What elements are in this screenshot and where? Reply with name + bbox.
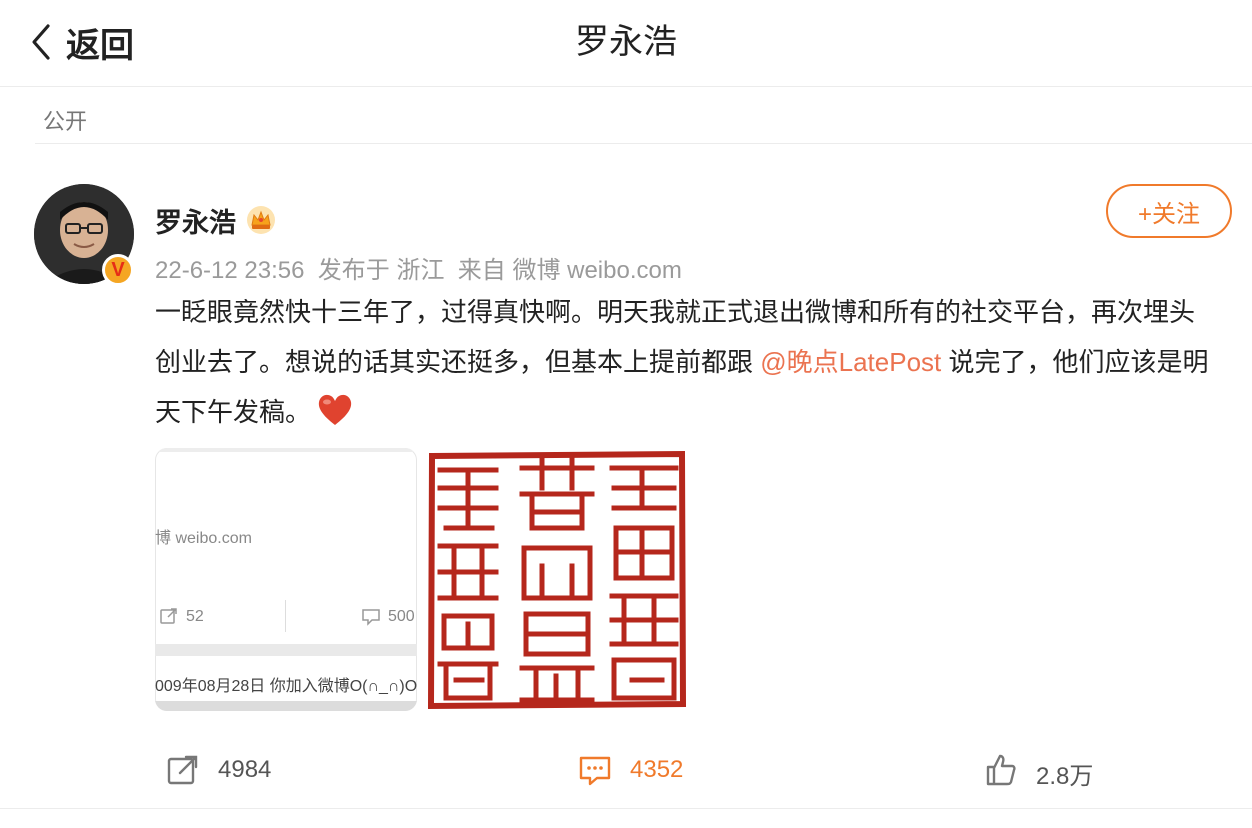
like-button[interactable]: 2.8万	[984, 740, 1093, 800]
thumbs-up-icon	[986, 754, 1016, 786]
post-image-seal[interactable]	[426, 448, 688, 711]
top-nav-bar: 返回 罗永浩	[0, 0, 1252, 87]
post-body: 一眨眼竟然快十三年了，过得真快啊。明天我就正式退出微博和所有的社交平台，再次埋头…	[155, 287, 1220, 437]
heart-emoji-icon	[318, 394, 352, 425]
visibility-label: 公开	[43, 109, 88, 134]
repost-icon	[167, 755, 198, 785]
seal-stamp-image	[427, 450, 687, 710]
divider	[0, 808, 1252, 809]
post-image-screenshot[interactable]: 博 weibo.com 52 500 009年08月28日 你加入微博O(∩_∩…	[155, 448, 417, 711]
image-bottom-band	[155, 701, 417, 711]
comment-button[interactable]: 4352	[578, 740, 683, 800]
image-comment-count: 500	[388, 608, 415, 625]
image-join-text: 009年08月28日 你加入微博O(∩_∩)O	[155, 678, 417, 695]
image-gray-band	[155, 644, 417, 656]
action-bar: 4984 4352 2.8万	[0, 740, 1252, 800]
follow-button[interactable]: +关注	[1106, 184, 1232, 238]
post-meta: 22-6-12 23:56 发布于 浙江 来自 微博 weibo.com	[155, 257, 682, 284]
comment-icon	[579, 756, 611, 786]
repost-icon	[160, 608, 177, 624]
mention-link[interactable]: @晚点LatePost	[760, 347, 941, 377]
like-count: 2.8万	[1036, 762, 1094, 790]
image-top-band	[155, 448, 417, 452]
repost-count: 4984	[218, 756, 272, 783]
page-title: 罗永浩	[575, 23, 677, 61]
repost-button[interactable]: 4984	[166, 740, 271, 800]
verified-v-badge-icon: V	[102, 254, 134, 286]
comment-count: 4352	[630, 756, 684, 783]
author-name[interactable]: 罗永浩	[155, 201, 236, 240]
divider	[35, 143, 1252, 144]
image-repost-count: 52	[186, 608, 204, 625]
comment-icon	[362, 609, 380, 626]
image-source-text: 博 weibo.com	[155, 530, 252, 547]
image-divider	[285, 600, 286, 632]
crown-membership-icon	[247, 206, 275, 234]
